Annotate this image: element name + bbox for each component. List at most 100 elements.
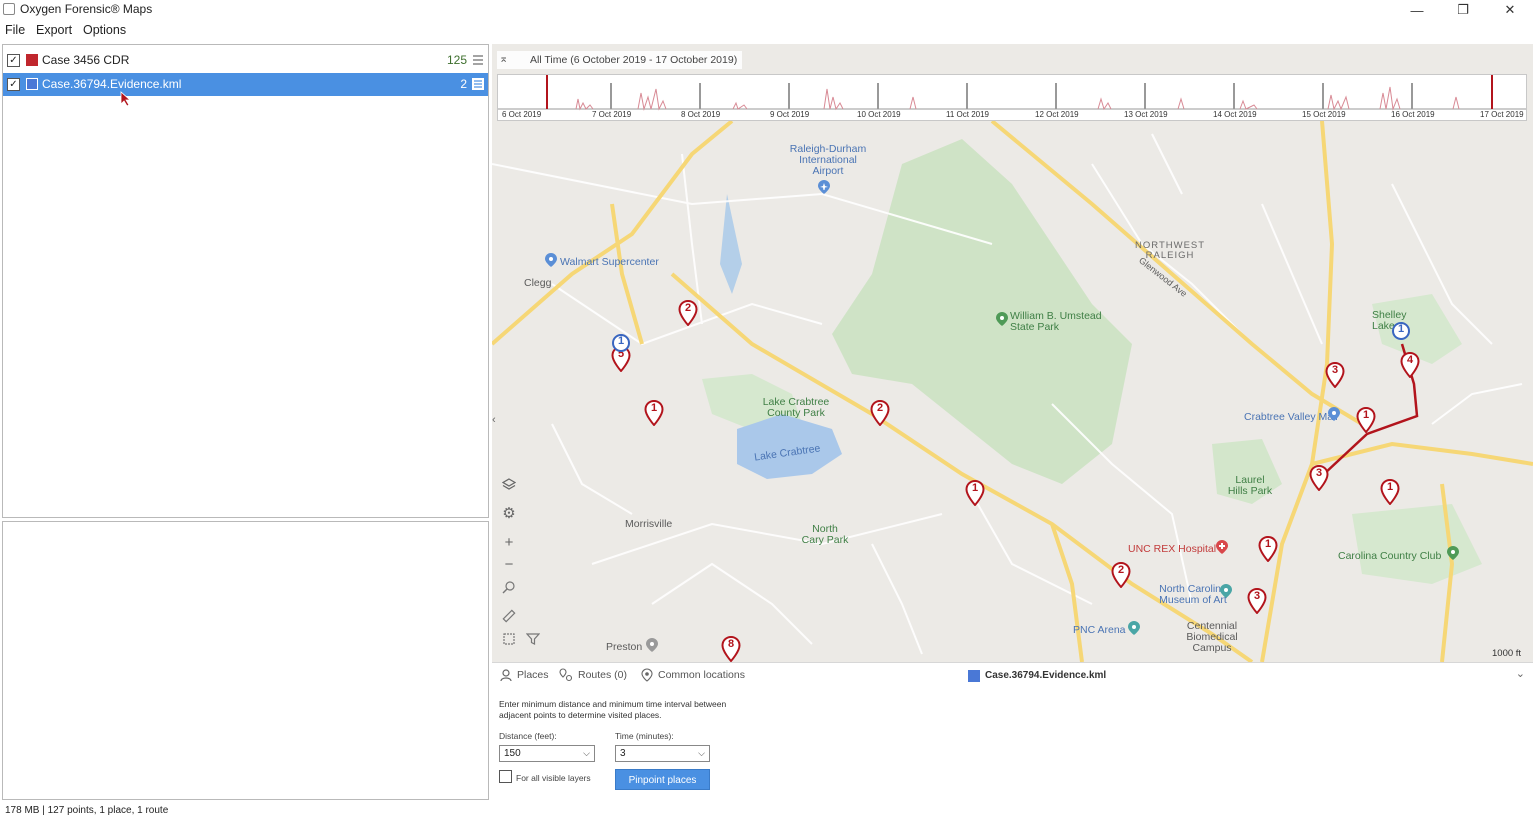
timeline-strip[interactable]: 6 Oct 2019 7 Oct 2019 8 Oct 2019 9 Oct 2… <box>497 74 1527 121</box>
map-marker-label: 2 <box>684 302 692 314</box>
map-marker-label: 8 <box>727 638 735 650</box>
layer-row[interactable]: ✓ Case.36794.Evidence.kml 2 <box>3 73 488 96</box>
reservoir-water <box>720 194 742 294</box>
tab-routes[interactable]: Routes (0) <box>578 669 627 681</box>
place-icon <box>646 638 658 652</box>
tab-common-locations[interactable]: Common locations <box>658 669 745 681</box>
timeline[interactable]: ⌅ All Time (6 October 2019 - 17 October … <box>492 44 1533 121</box>
minimize-button[interactable]: — <box>1394 0 1440 20</box>
status-text: 178 MB | 127 points, 1 place, 1 route <box>5 805 169 816</box>
chevron-down-icon: ⌵ <box>583 748 590 758</box>
mall-icon <box>1328 407 1340 421</box>
label-laurel-hills: Laurel Hills Park <box>1227 474 1273 497</box>
layer-row[interactable]: ✓ Case 3456 CDR 125 <box>3 49 488 72</box>
collapse-bottom-icon[interactable]: ⌄ <box>1516 667 1525 680</box>
tab-places[interactable]: Places <box>517 669 549 681</box>
map-marker[interactable]: 1 <box>1258 535 1278 563</box>
timeline-tick: 17 Oct 2019 <box>1480 110 1524 119</box>
timeline-tick: 8 Oct 2019 <box>681 110 721 119</box>
map-marker[interactable]: 1 <box>965 479 985 507</box>
map-marker[interactable]: 3 <box>1309 464 1329 492</box>
map-marker[interactable]: 1 <box>1380 478 1400 506</box>
timeline-tick: 12 Oct 2019 <box>1035 110 1079 119</box>
distance-select[interactable]: 150 ⌵ <box>499 745 595 762</box>
map-marker-label: 4 <box>1406 354 1414 366</box>
map-canvas <box>492 119 1533 662</box>
map-marker-label: 3 <box>1253 590 1261 602</box>
zoom-in-icon[interactable]: + <box>499 532 519 552</box>
maximize-button[interactable]: ❐ <box>1440 0 1486 20</box>
map-marker[interactable]: 1 <box>1356 406 1376 434</box>
layer-color-swatch <box>26 54 38 66</box>
label-pnc-arena: PNC Arena <box>1073 624 1126 636</box>
timeline-histogram <box>498 75 1526 111</box>
list-icon[interactable] <box>472 78 484 90</box>
map-view[interactable]: Raleigh-Durham International Airport Wal… <box>492 44 1533 662</box>
layer-count: 125 <box>446 53 467 67</box>
menu-file[interactable]: File <box>5 23 25 37</box>
golf-icon <box>1447 546 1459 560</box>
map-marker[interactable]: 2 <box>870 399 890 427</box>
park-icon <box>996 312 1008 326</box>
search-location-icon[interactable] <box>499 577 519 597</box>
timeline-tick: 7 Oct 2019 <box>592 110 632 119</box>
country-club-area <box>1352 504 1482 584</box>
map-marker[interactable]: 8 <box>721 635 741 662</box>
map-marker[interactable]: 4 <box>1400 351 1420 379</box>
zoom-out-icon[interactable]: − <box>499 554 519 574</box>
layer-count: 2 <box>460 77 467 91</box>
map-marker[interactable]: 1 <box>611 333 631 359</box>
map-marker[interactable]: 1 <box>1391 321 1411 347</box>
filter-icon[interactable] <box>523 629 543 649</box>
menu-options[interactable]: Options <box>83 23 126 37</box>
map-marker-label: 1 <box>1397 323 1405 335</box>
settings-gear-icon[interactable]: ⚙ <box>499 503 519 523</box>
label-airport: Raleigh-Durham International Airport <box>789 143 867 177</box>
layer-name: Case.36794.Evidence.kml <box>42 77 182 91</box>
close-button[interactable]: ✕ <box>1487 0 1533 20</box>
select-area-icon[interactable] <box>499 629 519 649</box>
label-crabtree-park: Lake Crabtree County Park <box>762 396 830 419</box>
layer-checkbox[interactable]: ✓ <box>7 54 20 67</box>
ruler-icon[interactable] <box>499 606 519 626</box>
routes-icon <box>559 668 573 682</box>
menu-export[interactable]: Export <box>36 23 72 37</box>
map-marker[interactable]: 2 <box>678 299 698 327</box>
map-marker[interactable]: 3 <box>1325 361 1345 389</box>
arena-icon <box>1128 621 1140 635</box>
map-marker-label: 1 <box>650 402 658 414</box>
map-marker[interactable]: 2 <box>1111 561 1131 589</box>
shopping-icon <box>545 253 557 267</box>
collapse-timeline-icon[interactable]: ⌅ <box>499 52 508 65</box>
timeline-tick: 13 Oct 2019 <box>1124 110 1168 119</box>
collapse-panel-icon[interactable]: ‹ <box>492 414 500 434</box>
timeline-tick: 9 Oct 2019 <box>770 110 810 119</box>
menu-bar: File Export Options <box>0 20 1536 42</box>
for-all-layers-checkbox[interactable] <box>499 770 512 783</box>
time-select[interactable]: 3 ⌵ <box>615 745 710 762</box>
label-carolina-cc: Carolina Country Club <box>1338 550 1442 562</box>
map-marker-label: 2 <box>1117 564 1125 576</box>
list-icon[interactable] <box>472 54 484 66</box>
layers-icon[interactable] <box>499 475 519 495</box>
details-panel <box>2 521 489 800</box>
timeline-tick: 15 Oct 2019 <box>1302 110 1346 119</box>
timeline-tick: 10 Oct 2019 <box>857 110 901 119</box>
label-clegg: Clegg <box>524 277 552 289</box>
map-marker-label: 1 <box>1386 481 1394 493</box>
places-panel: Places Routes (0) Common locations Case.… <box>492 662 1533 800</box>
app-icon <box>3 3 15 15</box>
layer-checkbox[interactable]: ✓ <box>7 78 20 91</box>
label-centennial: Centennial Biomedical Campus <box>1186 620 1238 654</box>
map-marker-label: 1 <box>1362 409 1370 421</box>
time-value: 3 <box>620 748 626 759</box>
chevron-down-icon: ⌵ <box>698 748 705 758</box>
label-crabtree-mall: Crabtree Valley Mall <box>1244 411 1338 423</box>
pinpoint-places-button[interactable]: Pinpoint places <box>615 769 710 790</box>
map-marker-label: 1 <box>617 335 625 347</box>
map-marker[interactable]: 1 <box>644 399 664 427</box>
hospital-icon <box>1216 540 1228 554</box>
scale-bar: 1000 ft <box>1492 648 1522 659</box>
map-marker[interactable]: 3 <box>1247 587 1267 615</box>
layer-name: Case 3456 CDR <box>42 53 130 67</box>
